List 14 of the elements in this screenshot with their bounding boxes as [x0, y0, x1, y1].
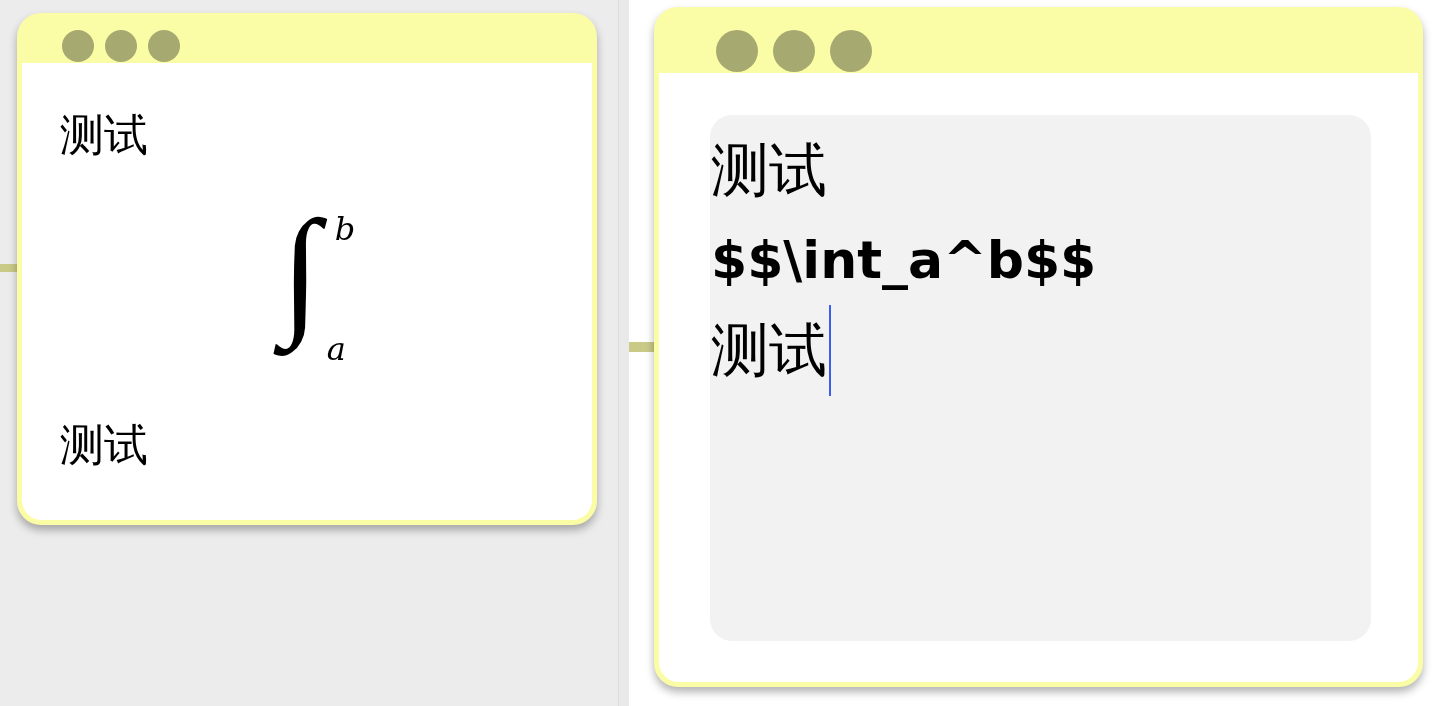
upper-limit: b — [334, 212, 356, 246]
window-dot-icon — [148, 30, 180, 62]
window-dot-icon — [716, 30, 758, 72]
paragraph-text: 测试 — [60, 418, 148, 471]
window-dot-icon — [773, 30, 815, 72]
lower-limit: a — [326, 332, 346, 366]
window-dot-icon — [62, 30, 94, 62]
editor-text: 测试 — [711, 135, 827, 205]
window-dot-icon — [830, 30, 872, 72]
paragraph-text: 测试 — [60, 108, 148, 161]
editor-field[interactable]: 测试 $$\int_a^b$$ 测试 — [710, 115, 1371, 641]
window-dot-icon — [105, 30, 137, 62]
editor-text: $$\int_a^b$$ — [711, 229, 1097, 291]
editor-text: 测试 — [711, 315, 827, 385]
